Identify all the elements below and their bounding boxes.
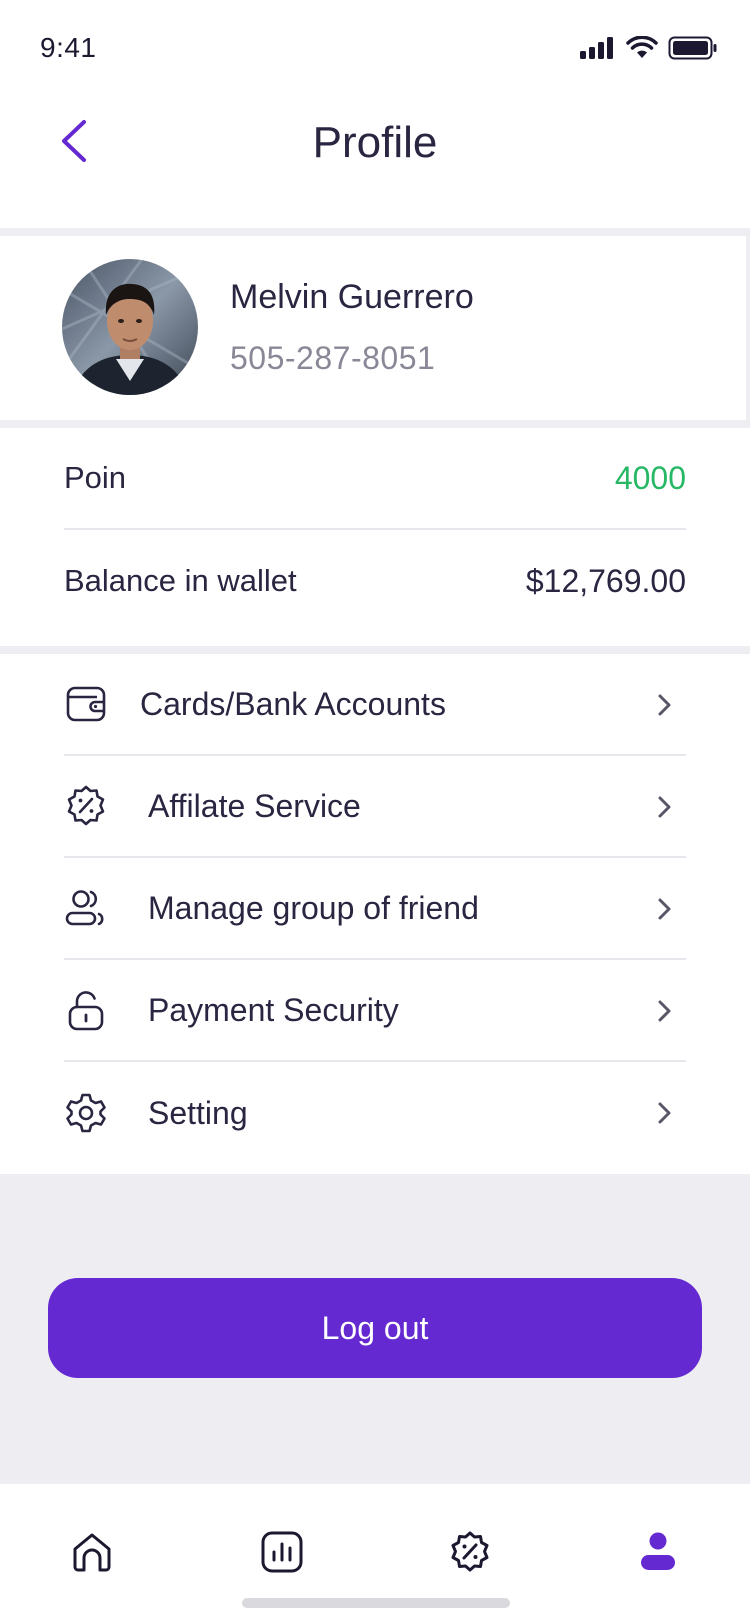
profile-icon	[636, 1530, 680, 1579]
chevron-right-icon	[650, 894, 680, 924]
menu-item-label: Setting	[148, 1094, 248, 1131]
status-icons	[580, 35, 718, 65]
menu-item-affiliate-service[interactable]: Affilate Service	[64, 756, 686, 858]
menu-item-payment-security[interactable]: Payment Security	[64, 960, 686, 1062]
menu-item-label: Manage group of friend	[148, 889, 479, 926]
settings-menu: Cards/Bank Accounts Affilate Service Man…	[0, 654, 750, 1174]
tab-bar	[0, 1484, 750, 1624]
balance-value: $12,769.00	[525, 562, 686, 599]
tab-home[interactable]	[64, 1526, 120, 1582]
status-bar: 9:41	[0, 0, 750, 100]
nav-header: Profile	[0, 100, 750, 228]
cellular-signal-icon	[580, 36, 616, 65]
points-row: Poin 4000	[64, 428, 686, 530]
discount-badge-icon	[448, 1530, 492, 1579]
page-title: Profile	[312, 118, 438, 167]
tab-statistics[interactable]	[254, 1526, 310, 1582]
status-time: 9:41	[40, 32, 97, 63]
battery-icon	[668, 36, 718, 65]
gear-icon	[64, 1091, 108, 1135]
menu-item-label: Payment Security	[148, 991, 399, 1028]
wallet-icon	[64, 682, 108, 726]
user-phone: 505-287-8051	[230, 340, 436, 376]
tab-offers[interactable]	[442, 1526, 498, 1582]
top-area: 9:41 Profile	[0, 0, 750, 228]
logout-button[interactable]: Log out	[48, 1278, 702, 1378]
balance-row: Balance in wallet $12,769.00	[64, 530, 686, 632]
tab-profile[interactable]	[630, 1526, 686, 1582]
users-icon	[64, 886, 108, 930]
wifi-icon	[626, 35, 658, 65]
unlock-icon	[64, 988, 108, 1032]
menu-item-cards-bank-accounts[interactable]: Cards/Bank Accounts	[64, 654, 686, 756]
home-icon	[70, 1530, 114, 1579]
menu-item-label: Affilate Service	[148, 787, 361, 824]
menu-item-setting[interactable]: Setting	[64, 1062, 686, 1164]
chevron-right-icon	[650, 996, 680, 1026]
wallet-summary: Poin 4000 Balance in wallet $12,769.00	[0, 428, 750, 646]
home-indicator	[242, 1598, 510, 1608]
chevron-right-icon	[650, 690, 680, 720]
chevron-right-icon	[650, 792, 680, 822]
balance-label: Balance in wallet	[64, 563, 297, 598]
chevron-right-icon	[650, 1098, 680, 1128]
menu-item-manage-group-of-friend[interactable]: Manage group of friend	[64, 858, 686, 960]
discount-badge-icon	[64, 784, 108, 828]
points-label: Poin	[64, 460, 127, 495]
menu-item-label: Cards/Bank Accounts	[140, 685, 446, 722]
user-name: Melvin Guerrero	[230, 278, 474, 316]
avatar	[62, 259, 198, 395]
chart-icon	[260, 1530, 304, 1579]
points-value: 4000	[614, 459, 686, 496]
profile-card[interactable]: Melvin Guerrero 505-287-8051	[0, 236, 748, 420]
